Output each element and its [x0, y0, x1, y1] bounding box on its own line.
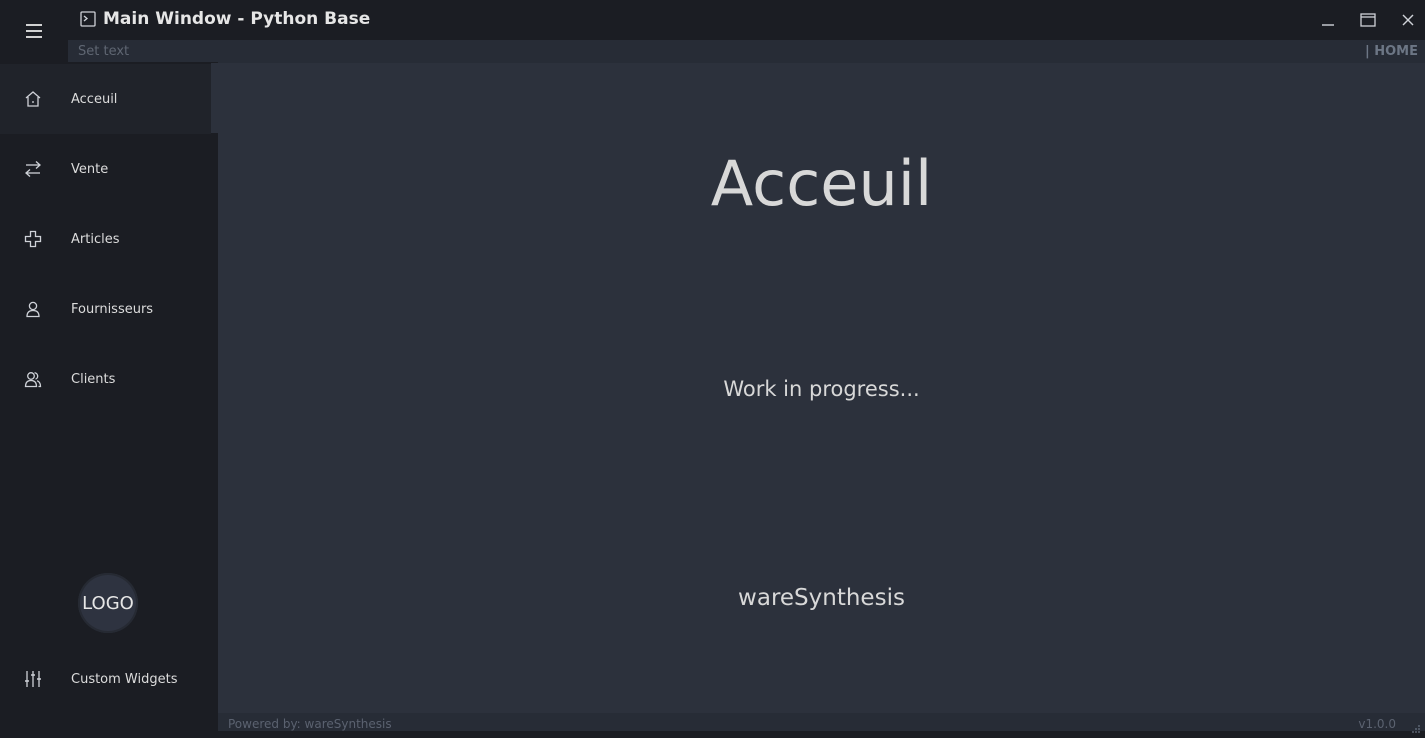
resize-grip-icon[interactable]	[1411, 719, 1421, 733]
title-bar: Main Window - Python Base	[0, 0, 1425, 40]
sidebar-item-label: Fournisseurs	[71, 302, 154, 317]
sidebar-item-label: Clients	[71, 372, 116, 387]
sidebar-item-custom-widgets[interactable]: Custom Widgets	[0, 644, 218, 714]
version-text: v1.0.0	[1358, 717, 1396, 731]
close-button[interactable]	[1393, 6, 1423, 34]
hamburger-icon	[26, 24, 42, 38]
subtitle-bar: Set text | HOME	[68, 40, 1425, 63]
sidebar: Acceuil Vente Articles Fournisseurs Clie…	[0, 62, 218, 731]
window-title: Main Window - Python Base	[103, 9, 371, 29]
sidebar-item-articles[interactable]: Articles	[0, 204, 218, 274]
maximize-icon	[1360, 13, 1376, 27]
sidebar-item-vente[interactable]: Vente	[0, 134, 218, 204]
sliders-icon	[24, 670, 44, 690]
status-message: Work in progress...	[723, 377, 920, 401]
subtitle-text: Set text	[78, 44, 130, 59]
page-title: Acceuil	[710, 147, 933, 220]
sidebar-item-label: Custom Widgets	[71, 672, 178, 687]
toggle-menu-button[interactable]	[0, 0, 68, 62]
sidebar-item-label: Articles	[71, 232, 120, 247]
sidebar-item-label: Vente	[71, 162, 109, 177]
minimize-button[interactable]	[1313, 6, 1343, 34]
close-icon	[1402, 14, 1414, 26]
sidebar-item-fournisseurs[interactable]: Fournisseurs	[0, 274, 218, 344]
active-tab-connector	[211, 63, 218, 133]
minimize-icon	[1322, 24, 1334, 26]
transfer-arrows-icon	[24, 160, 44, 180]
maximize-button[interactable]	[1353, 6, 1383, 34]
users-icon	[24, 370, 44, 390]
sidebar-item-acceuil[interactable]: Acceuil	[0, 64, 211, 134]
current-page-label: | HOME	[1364, 44, 1418, 59]
plus-outline-icon	[24, 230, 44, 250]
main-content: Acceuil Work in progress... wareSynthesi…	[218, 63, 1425, 713]
brand-name: wareSynthesis	[738, 585, 905, 611]
user-icon	[24, 300, 44, 320]
powered-by-text: Powered by: wareSynthesis	[228, 717, 392, 731]
sidebar-item-clients[interactable]: Clients	[0, 344, 218, 414]
home-icon	[24, 90, 44, 110]
sidebar-item-label: Acceuil	[71, 92, 118, 107]
logo: LOGO	[78, 573, 138, 633]
terminal-icon	[80, 11, 96, 31]
status-bar: Powered by: wareSynthesis v1.0.0	[218, 713, 1425, 733]
